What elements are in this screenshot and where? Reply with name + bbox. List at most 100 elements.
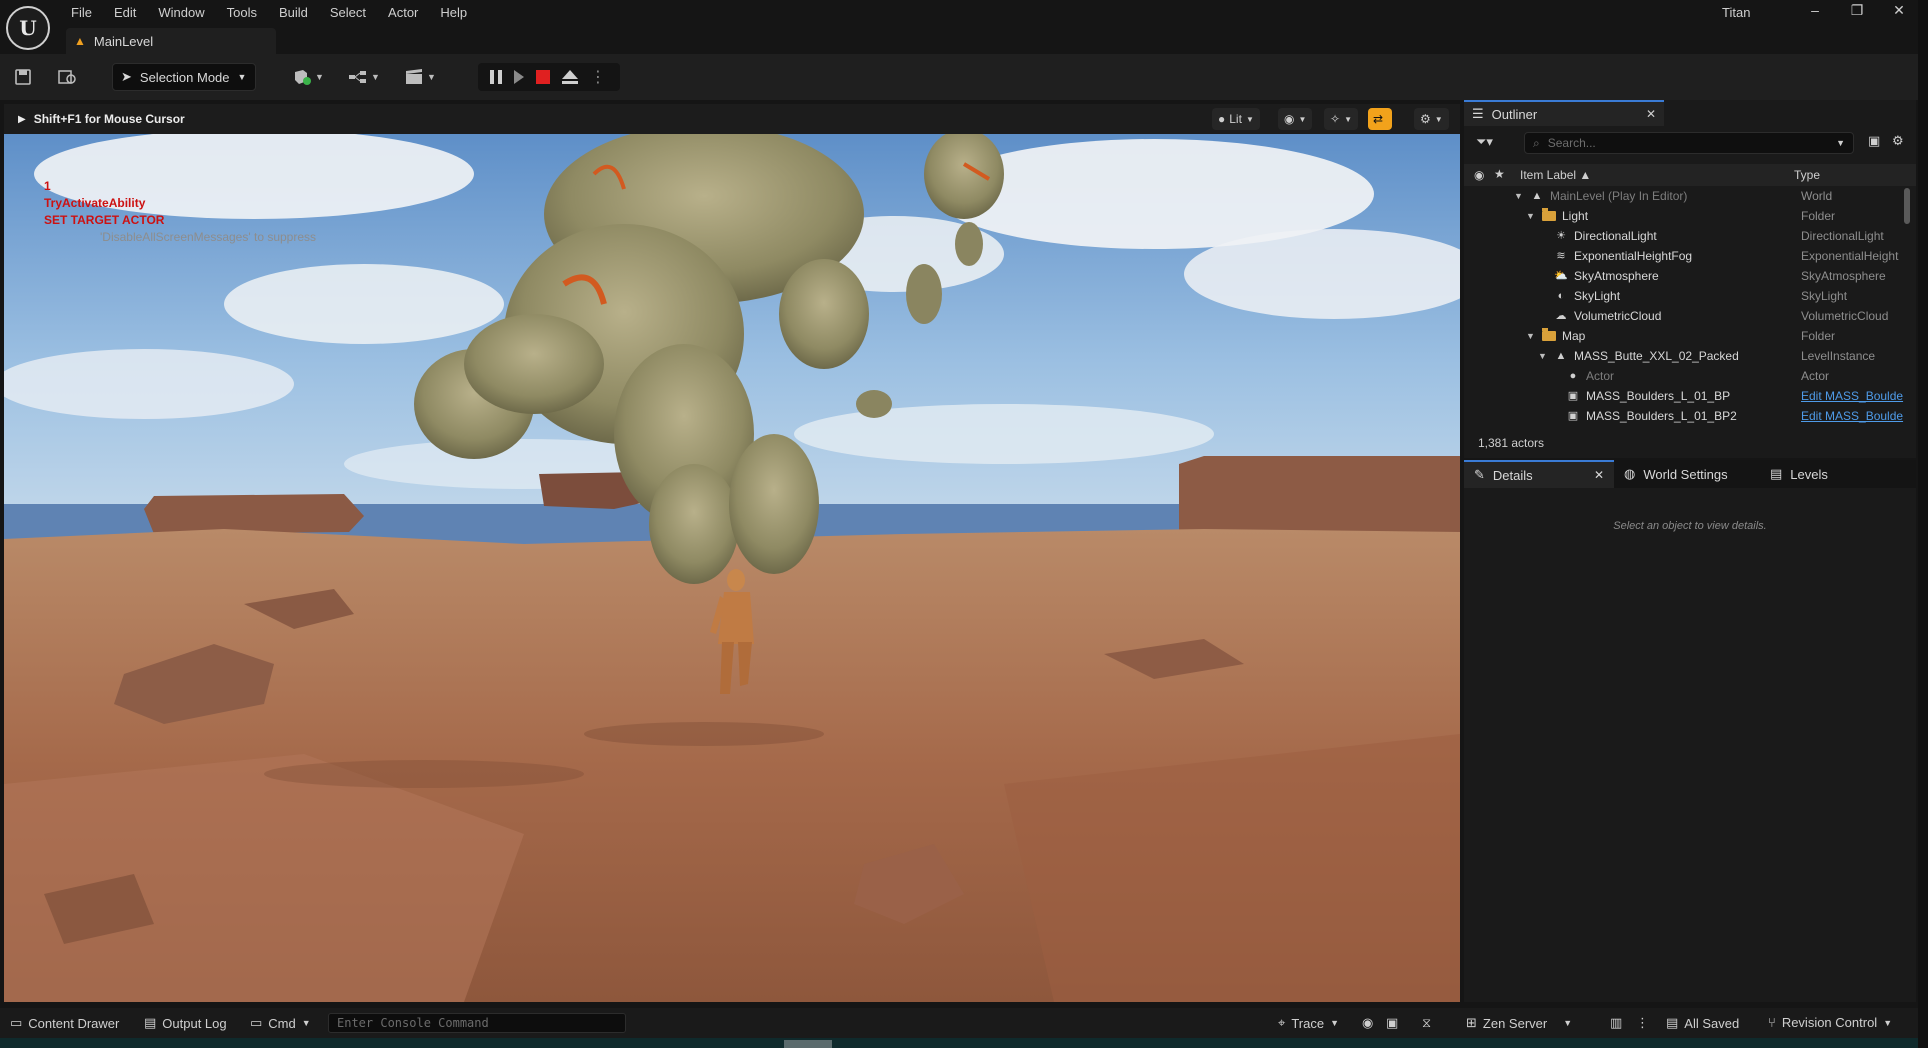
browse-icon[interactable] xyxy=(58,65,78,89)
outliner-row[interactable]: ☁ VolumetricCloud VolumetricCloud xyxy=(1464,306,1916,326)
console-command-input[interactable]: Enter Console Command xyxy=(328,1013,626,1033)
search-icon: ⌕ xyxy=(1533,135,1540,150)
edit-blueprint-link[interactable]: Edit MASS_Boulde xyxy=(1801,406,1903,426)
new-folder-icon[interactable]: ▣ xyxy=(1868,133,1880,149)
outliner-row-label: ● Actor xyxy=(1550,366,1614,386)
outliner-row[interactable]: ▣ MASS_Boulders_L_01_BP2 Edit MASS_Boulde xyxy=(1464,406,1916,426)
screenshot-icon[interactable]: ▣ xyxy=(1386,1015,1398,1031)
blueprint-icon: ▣ xyxy=(1567,390,1579,402)
menu-actor[interactable]: Actor xyxy=(377,2,429,24)
expand-arrow-icon[interactable]: ▼ xyxy=(1526,206,1536,226)
cmd-dropdown[interactable]: ▭ Cmd ▼ xyxy=(250,1015,311,1031)
level-viewport[interactable]: ▶ Shift+F1 for Mouse Cursor ● Lit ▼ ◉ ▼ … xyxy=(4,104,1460,1002)
record-icon[interactable]: ◉ xyxy=(1362,1015,1373,1031)
gear-icon: ⚙ xyxy=(1420,112,1431,126)
outliner-row[interactable]: ◐ SkyLight SkyLight xyxy=(1464,286,1916,306)
outliner-icon: ☰ xyxy=(1472,106,1484,121)
pause-icon[interactable] xyxy=(490,70,502,84)
outliner-row-text: MASS_Boulders_L_01_BP2 xyxy=(1586,409,1737,423)
outliner-row-text: Map xyxy=(1562,329,1586,343)
scalability-dropdown[interactable]: ✧ ▼ xyxy=(1324,108,1358,130)
eject-icon[interactable] xyxy=(562,70,578,84)
level-tab[interactable]: ▲ MainLevel xyxy=(66,28,276,54)
save-icon[interactable] xyxy=(14,65,32,89)
actor-count: 1,381 actors xyxy=(1478,436,1545,450)
revision-control-label: Revision Control xyxy=(1781,1015,1878,1030)
pin-icon[interactable]: ★ xyxy=(1494,167,1505,181)
taskbar-thumb[interactable] xyxy=(784,1040,832,1048)
more-options-icon[interactable]: ⋮ xyxy=(1636,1015,1649,1031)
tab-details[interactable]: ✎ Details ✕ xyxy=(1464,460,1614,488)
column-type[interactable]: Type xyxy=(1794,168,1820,182)
tab-outliner[interactable]: ☰ Outliner ✕ xyxy=(1464,100,1664,126)
column-item-label[interactable]: Item Label ▲ xyxy=(1520,168,1591,182)
outliner-row[interactable]: ▼ Map Folder xyxy=(1464,326,1916,346)
content-drawer-button[interactable]: ▭ Content Drawer xyxy=(10,1015,119,1031)
outliner-tab-label: Outliner xyxy=(1491,106,1538,122)
status-bar: ▭ Content Drawer ▤ Output Log ▭ Cmd ▼ En… xyxy=(0,1008,1928,1038)
menu-help[interactable]: Help xyxy=(429,2,478,24)
blueprint-icon[interactable]: ▼ xyxy=(348,65,380,89)
menu-window[interactable]: Window xyxy=(147,2,215,24)
globe-icon: ◍ xyxy=(1624,466,1636,481)
outliner-row[interactable]: ● Actor Actor xyxy=(1464,366,1916,386)
outliner-row-type: World xyxy=(1801,189,1833,203)
unreal-logo-icon[interactable]: U xyxy=(6,6,50,50)
all-saved-button[interactable]: ▤ All Saved xyxy=(1666,1015,1739,1031)
sun-icon: ☀ xyxy=(1556,230,1566,242)
stop-icon[interactable] xyxy=(536,70,550,84)
output-log-button[interactable]: ▤ Output Log xyxy=(144,1015,227,1031)
outliner-row[interactable]: ▼ ▲ MainLevel (Play In Editor) World xyxy=(1464,186,1916,206)
frame-skip-icon[interactable] xyxy=(514,70,524,84)
outliner-row[interactable]: ▼ Light Folder xyxy=(1464,206,1916,226)
levels-icon: ▤ xyxy=(1770,466,1783,481)
menu-file[interactable]: File xyxy=(60,2,103,24)
revision-control-dropdown[interactable]: ⑂ Revision Control ▼ xyxy=(1768,1015,1892,1030)
zen-server-dropdown[interactable]: ⊞ Zen Server ▼ xyxy=(1466,1015,1572,1031)
trace-label: Trace xyxy=(1291,1015,1325,1031)
menu-edit[interactable]: Edit xyxy=(103,2,147,24)
menu-tools[interactable]: Tools xyxy=(216,2,268,24)
save-status-icon: ▤ xyxy=(1666,1015,1679,1030)
outliner-row[interactable]: ▼ ▲ MASS_Butte_XXL_02_Packed LevelInstance xyxy=(1464,346,1916,366)
expand-arrow-icon[interactable]: ▼ xyxy=(1514,186,1524,206)
menu-select[interactable]: Select xyxy=(319,2,377,24)
outliner-scrollbar[interactable] xyxy=(1904,188,1910,224)
tab-world-settings[interactable]: ◍ World Settings xyxy=(1614,460,1728,488)
outliner-row[interactable]: ≋ ExponentialHeightFog ExponentialHeight xyxy=(1464,246,1916,266)
outliner-tree: ▼ ▲ MainLevel (Play In Editor) World ▼ Light F… xyxy=(1464,186,1916,426)
outliner-row[interactable]: ⛅ SkyAtmosphere SkyAtmosphere xyxy=(1464,266,1916,286)
eye-icon: ◉ xyxy=(1284,112,1295,126)
chevron-down-icon: ▼ xyxy=(1245,114,1254,124)
minimize-button[interactable]: – xyxy=(1800,2,1830,18)
expand-arrow-icon[interactable]: ▼ xyxy=(1538,346,1548,366)
add-actor-icon[interactable]: ▼ xyxy=(292,65,324,89)
realtime-toggle[interactable]: ⇄ xyxy=(1368,108,1392,130)
hourglass-icon[interactable]: ⧖ xyxy=(1422,1015,1431,1031)
trace-dropdown[interactable]: ⌖ Trace ▼ xyxy=(1278,1015,1339,1031)
gear-icon[interactable]: ⚙ xyxy=(1892,133,1904,149)
server-icon: ⊞ xyxy=(1466,1015,1477,1030)
stats-icon[interactable]: ▥ xyxy=(1610,1015,1622,1031)
close-icon[interactable]: ✕ xyxy=(1646,107,1656,121)
filter-icon[interactable]: ⏷▾ xyxy=(1476,134,1493,150)
selection-mode-dropdown[interactable]: ➤ Selection Mode ▼ xyxy=(112,63,256,91)
outliner-row-text: MainLevel (Play In Editor) xyxy=(1550,189,1688,203)
tab-levels[interactable]: ▤ Levels xyxy=(1760,460,1828,488)
close-button[interactable]: ✕ xyxy=(1884,2,1914,19)
expand-arrow-icon[interactable]: ▼ xyxy=(1526,326,1536,346)
edit-blueprint-link[interactable]: Edit MASS_Boulde xyxy=(1801,386,1903,406)
cinematics-icon[interactable]: ▼ xyxy=(404,65,436,89)
outliner-row[interactable]: ▣ MASS_Boulders_L_01_BP Edit MASS_Boulde xyxy=(1464,386,1916,406)
view-mode-dropdown[interactable]: ● Lit ▼ xyxy=(1212,108,1260,130)
world-settings-tab-label: World Settings xyxy=(1643,466,1728,482)
show-flags-dropdown[interactable]: ◉ ▼ xyxy=(1278,108,1313,130)
outliner-search-input[interactable]: ⌕ Search... ▼ xyxy=(1524,132,1854,154)
restore-button[interactable]: ❐ xyxy=(1842,2,1872,19)
menu-build[interactable]: Build xyxy=(268,2,319,24)
close-icon[interactable]: ✕ xyxy=(1594,468,1604,482)
viewport-settings-dropdown[interactable]: ⚙ ▼ xyxy=(1414,108,1449,130)
more-options-icon[interactable]: ⋮ xyxy=(590,67,606,87)
outliner-row[interactable]: ☀ DirectionalLight DirectionalLight xyxy=(1464,226,1916,246)
visibility-icon[interactable]: ◉ xyxy=(1474,168,1484,182)
